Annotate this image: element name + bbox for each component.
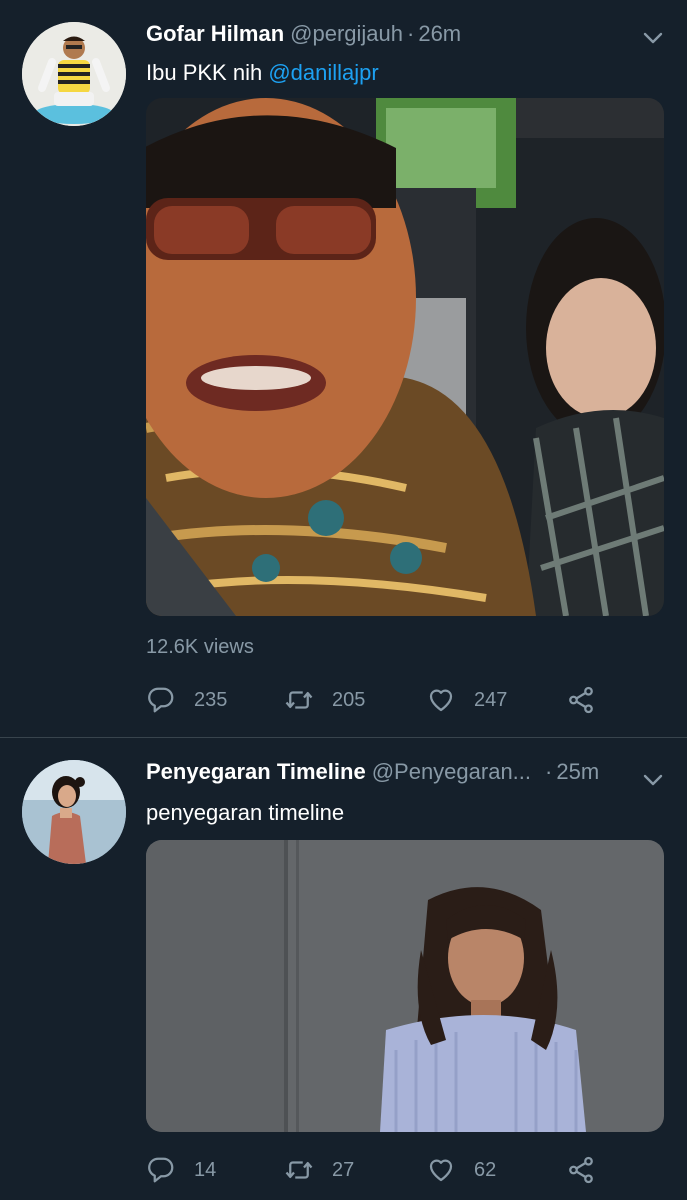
video-media[interactable] [146,98,664,616]
retweet-button[interactable]: 205 [284,680,365,720]
share-button[interactable] [566,680,614,720]
reply-icon [146,685,176,715]
share-icon [566,1155,596,1185]
tweet-text-body: Ibu PKK nih [146,60,269,85]
photo-media[interactable] [146,840,664,1132]
author-name[interactable]: Penyegaran Timeline [146,759,366,785]
retweet-count: 205 [332,689,366,711]
like-button[interactable]: 62 [426,1150,496,1190]
chevron-down-icon[interactable] [641,26,665,50]
retweet-button[interactable]: 27 [284,1150,354,1190]
retweet-icon [284,685,314,715]
timestamp[interactable]: 26m [418,21,461,47]
view-count: 12.6K views [146,636,254,658]
action-bar: 235 205 247 [146,680,646,720]
reply-icon [146,1155,176,1185]
reply-count: 14 [194,1159,217,1181]
timestamp[interactable]: 25m [556,759,599,785]
like-button[interactable]: 247 [426,680,507,720]
chevron-down-icon[interactable] [641,768,665,792]
mention-link[interactable]: @danillajpr [268,60,378,85]
author-name[interactable]: Gofar Hilman [146,21,284,47]
separator-dot: · [407,21,415,46]
tweet-text: Ibu PKK nih @danillajpr [146,60,379,86]
reply-count: 235 [194,689,228,711]
like-icon [426,685,456,715]
tweet[interactable]: Gofar Hilman @pergijauh · 26m Ibu PKK ni… [0,0,687,737]
avatar[interactable] [22,22,126,126]
like-count: 62 [474,1159,497,1181]
reply-button[interactable]: 235 [146,680,227,720]
like-icon [426,1155,456,1185]
share-icon [566,685,596,715]
tweet[interactable]: Penyegaran Timeline @Penyegaran... · 25m… [0,738,687,1200]
author-handle[interactable]: @Penyegaran... [372,759,531,785]
reply-button[interactable]: 14 [146,1150,216,1190]
separator-dot: · [545,759,553,784]
share-button[interactable] [566,1150,614,1190]
like-count: 247 [474,689,508,711]
author-handle[interactable]: @pergijauh [290,21,403,47]
avatar[interactable] [22,760,126,864]
retweet-icon [284,1155,314,1185]
action-bar: 14 27 62 [146,1150,646,1190]
retweet-count: 27 [332,1159,355,1181]
tweet-text: penyegaran timeline [146,800,345,825]
